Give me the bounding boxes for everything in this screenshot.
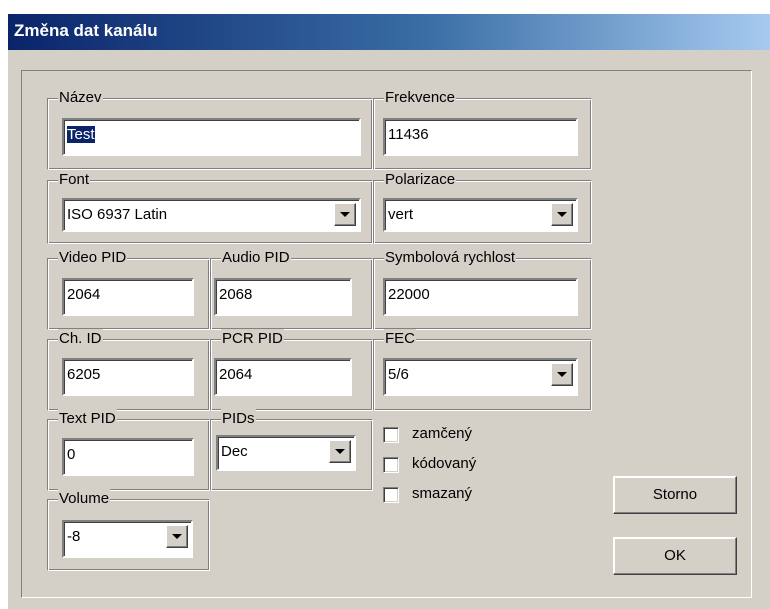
- window-title: Změna dat kanálu: [14, 21, 158, 40]
- label-audio-pid: Audio PID: [221, 248, 291, 268]
- text-pid-value: 0: [67, 446, 76, 463]
- zamceny-label: zamčený: [412, 425, 473, 442]
- polarizace-select[interactable]: vert: [383, 198, 578, 232]
- video-pid-value: 2064: [67, 286, 101, 303]
- chevron-down-icon: [335, 449, 345, 454]
- zamceny-checkbox[interactable]: [383, 427, 399, 443]
- nazev-input[interactable]: Test: [62, 118, 361, 156]
- audio-pid-input[interactable]: 2068: [214, 278, 352, 316]
- font-value: ISO 6937 Latin: [67, 206, 168, 223]
- font-dropdown-button[interactable]: [334, 203, 356, 226]
- label-video-pid: Video PID: [58, 248, 128, 268]
- label-frekvence: Frekvence: [384, 88, 457, 108]
- frekvence-value: 11436: [388, 126, 429, 143]
- fec-value: 5/6: [388, 366, 409, 383]
- smazany-label: smazaný: [412, 485, 473, 502]
- symbolova-rychlost-input[interactable]: 22000: [383, 278, 578, 316]
- ok-button[interactable]: OK: [613, 537, 737, 575]
- cancel-button[interactable]: Storno: [613, 476, 737, 514]
- frekvence-input[interactable]: 11436: [383, 118, 578, 156]
- polarizace-dropdown-button[interactable]: [551, 203, 573, 226]
- nazev-value: Test: [67, 126, 95, 143]
- chevron-down-icon: [172, 534, 182, 539]
- label-pids: PIDs: [221, 409, 256, 429]
- chevron-down-icon: [557, 372, 567, 377]
- label-nazev: Název: [58, 88, 103, 108]
- chevron-down-icon: [340, 212, 350, 217]
- pids-dropdown-button[interactable]: [329, 440, 351, 463]
- title-bar[interactable]: Změna dat kanálu: [8, 14, 770, 50]
- label-symbolova-rychlost: Symbolová rychlost: [384, 248, 517, 268]
- label-pcr-pid: PCR PID: [221, 329, 284, 349]
- pids-select[interactable]: Dec: [216, 435, 356, 471]
- kodovany-checkbox[interactable]: [383, 457, 399, 473]
- label-volume: Volume: [58, 489, 111, 509]
- chevron-down-icon: [557, 212, 567, 217]
- kodovany-label: kódovaný: [412, 455, 477, 472]
- volume-select[interactable]: -8: [62, 520, 193, 558]
- pcr-pid-input[interactable]: 2064: [214, 358, 352, 396]
- label-font: Font: [58, 170, 91, 190]
- video-pid-input[interactable]: 2064: [62, 278, 194, 316]
- label-text-pid: Text PID: [58, 409, 117, 429]
- audio-pid-value: 2068: [219, 286, 253, 303]
- fec-select[interactable]: 5/6: [383, 358, 578, 396]
- volume-dropdown-button[interactable]: [166, 525, 188, 548]
- dialog-window: Změna dat kanálu Název Test Frekvence 11…: [0, 0, 770, 609]
- pcr-pid-value: 2064: [219, 366, 253, 383]
- ch-id-value: 6205: [67, 366, 101, 383]
- pids-value: Dec: [221, 443, 248, 460]
- fec-dropdown-button[interactable]: [551, 363, 573, 386]
- text-pid-input[interactable]: 0: [62, 438, 194, 476]
- ch-id-input[interactable]: 6205: [62, 358, 194, 396]
- font-select[interactable]: ISO 6937 Latin: [62, 198, 361, 232]
- volume-value: -8: [67, 528, 81, 545]
- label-ch-id: Ch. ID: [58, 329, 103, 349]
- label-fec: FEC: [384, 329, 416, 349]
- polarizace-value: vert: [388, 206, 414, 223]
- smazany-checkbox[interactable]: [383, 487, 399, 503]
- symbolova-rychlost-value: 22000: [388, 286, 430, 303]
- label-polarizace: Polarizace: [384, 170, 457, 190]
